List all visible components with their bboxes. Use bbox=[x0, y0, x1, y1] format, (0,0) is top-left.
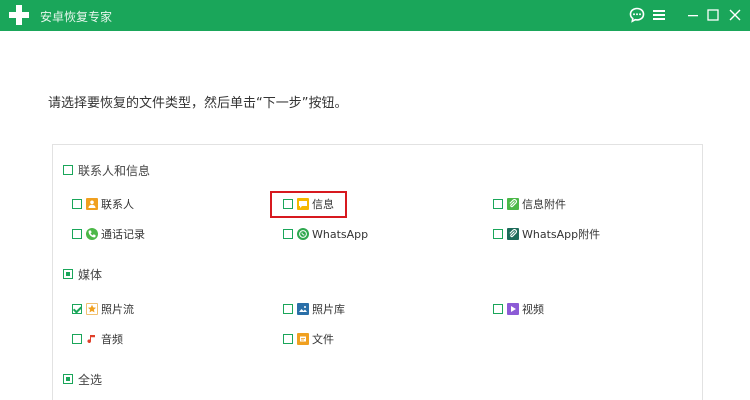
item-label: 通话记录 bbox=[101, 228, 145, 241]
contacts-icon bbox=[86, 198, 98, 210]
group-select-all[interactable]: 全选 bbox=[63, 371, 102, 387]
group-label: 联系人和信息 bbox=[78, 163, 151, 178]
group-label: 媒体 bbox=[78, 267, 103, 282]
item-photo-stream[interactable]: 照片流 bbox=[72, 301, 134, 317]
feedback-chat-icon[interactable] bbox=[628, 6, 646, 24]
checkbox-whatsapp[interactable] bbox=[283, 229, 293, 239]
checkbox-message-attachments[interactable] bbox=[493, 199, 503, 209]
item-label: WhatsApp bbox=[312, 227, 369, 241]
document-icon bbox=[297, 333, 309, 345]
whatsapp-icon bbox=[297, 228, 309, 240]
call-log-icon bbox=[86, 228, 98, 240]
item-call-log[interactable]: 通话记录 bbox=[72, 226, 145, 242]
photo-stream-icon bbox=[86, 303, 98, 315]
item-label: 信息附件 bbox=[522, 198, 566, 211]
audio-icon bbox=[86, 333, 98, 345]
message-attachment-icon bbox=[507, 198, 519, 210]
app-logo-icon bbox=[8, 4, 30, 26]
checkbox-call-log[interactable] bbox=[72, 229, 82, 239]
minimize-icon[interactable] bbox=[684, 6, 702, 24]
item-label: 联系人 bbox=[101, 198, 134, 211]
item-audio[interactable]: 音频 bbox=[72, 331, 123, 347]
group-contacts-messages[interactable]: 联系人和信息 bbox=[63, 162, 150, 178]
item-contacts[interactable]: 联系人 bbox=[72, 196, 134, 212]
group-checkbox-contacts-messages[interactable] bbox=[63, 165, 73, 175]
highlight-annotation-box bbox=[270, 191, 347, 218]
checkbox-whatsapp-attachments[interactable] bbox=[493, 229, 503, 239]
close-icon[interactable] bbox=[726, 6, 744, 24]
checkbox-photo-stream[interactable] bbox=[72, 304, 82, 314]
whatsapp-attachment-icon bbox=[507, 228, 519, 240]
menu-icon[interactable] bbox=[650, 6, 668, 24]
video-icon bbox=[507, 303, 519, 315]
select-all-label: 全选 bbox=[78, 372, 103, 387]
item-whatsapp-attachments[interactable]: WhatsApp附件 bbox=[493, 226, 600, 242]
app-title: 安卓恢复专家 bbox=[40, 10, 113, 24]
checkbox-photo-library[interactable] bbox=[283, 304, 293, 314]
item-video[interactable]: 视频 bbox=[493, 301, 544, 317]
group-media[interactable]: 媒体 bbox=[63, 266, 102, 282]
item-label: 文件 bbox=[312, 333, 334, 346]
item-label: 照片库 bbox=[312, 303, 345, 316]
photo-library-icon bbox=[297, 303, 309, 315]
title-bar: 安卓恢复专家 bbox=[0, 0, 750, 31]
checkbox-audio[interactable] bbox=[72, 334, 82, 344]
checkbox-video[interactable] bbox=[493, 304, 503, 314]
item-label: WhatsApp附件 bbox=[522, 228, 601, 241]
item-label: 音频 bbox=[101, 333, 123, 346]
item-documents[interactable]: 文件 bbox=[283, 331, 334, 347]
item-label: 视频 bbox=[522, 303, 544, 316]
checkbox-contacts[interactable] bbox=[72, 199, 82, 209]
instruction-text: 请选择要恢复的文件类型，然后单击“下一步”按钮。 bbox=[48, 96, 348, 111]
item-message-attachments[interactable]: 信息附件 bbox=[493, 196, 566, 212]
file-type-panel bbox=[52, 144, 703, 400]
group-checkbox-media[interactable] bbox=[63, 269, 73, 279]
maximize-icon[interactable] bbox=[704, 6, 722, 24]
item-photo-library[interactable]: 照片库 bbox=[283, 301, 345, 317]
checkbox-select-all[interactable] bbox=[63, 374, 73, 384]
item-whatsapp[interactable]: WhatsApp bbox=[283, 226, 368, 242]
checkbox-documents[interactable] bbox=[283, 334, 293, 344]
item-label: 照片流 bbox=[101, 303, 134, 316]
